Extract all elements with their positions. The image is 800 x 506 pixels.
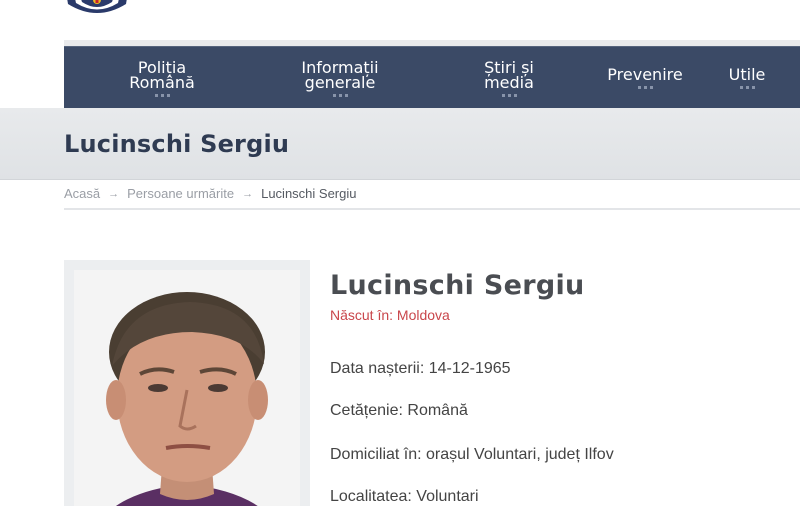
nav-item-utile[interactable]: Utile <box>724 47 770 109</box>
nav-label: Poliția Română <box>129 57 195 92</box>
person-photo <box>74 270 300 506</box>
nav-dots-indicator <box>154 93 170 97</box>
nav-label: Informații generale <box>301 57 379 92</box>
police-logo[interactable] <box>64 0 130 18</box>
nav-dots-indicator <box>739 86 755 89</box>
arrow-right-icon: → <box>242 187 254 200</box>
breadcrumb-home-link[interactable]: Acasă <box>64 186 100 201</box>
breadcrumb-section-link[interactable]: Persoane urmărite <box>127 186 234 201</box>
person-details: Lucinschi Sergiu Născut în: Moldova Data… <box>330 270 790 505</box>
nav-dots-indicator <box>501 93 517 97</box>
nav-item-informatii-generale[interactable]: Informații generale <box>292 47 388 109</box>
page-title: Lucinschi Sergiu <box>64 130 290 158</box>
person-photo-frame <box>64 260 310 506</box>
nav-label: Utile <box>728 65 766 84</box>
person-name: Lucinschi Sergiu <box>330 270 585 301</box>
person-birthdate: Data nașterii: 14-12-1965 <box>330 360 511 377</box>
breadcrumb-divider <box>64 208 800 210</box>
main-navigation: Poliția Română Informații generale Știri… <box>64 46 800 108</box>
nav-label: Prevenire <box>607 65 683 84</box>
person-locality: Localitatea: Voluntari <box>330 488 479 505</box>
nav-dots-indicator <box>637 86 653 89</box>
breadcrumb: Acasă → Persoane urmărite → Lucinschi Se… <box>64 186 356 201</box>
nav-label: Știri și media <box>484 57 534 92</box>
person-birthplace: Născut în: Moldova <box>330 307 450 323</box>
nav-item-prevenire[interactable]: Prevenire <box>602 47 688 109</box>
person-residence: Domiciliat în: orașul Voluntari, județ I… <box>330 446 614 463</box>
nav-item-politia-romana[interactable]: Poliția Română <box>122 47 202 109</box>
breadcrumb-current: Lucinschi Sergiu <box>261 186 357 201</box>
nav-item-stiri-media[interactable]: Știri și media <box>474 47 544 109</box>
arrow-right-icon: → <box>108 187 120 200</box>
nav-dots-indicator <box>332 93 348 97</box>
person-citizenship: Cetățenie: Română <box>330 402 468 419</box>
